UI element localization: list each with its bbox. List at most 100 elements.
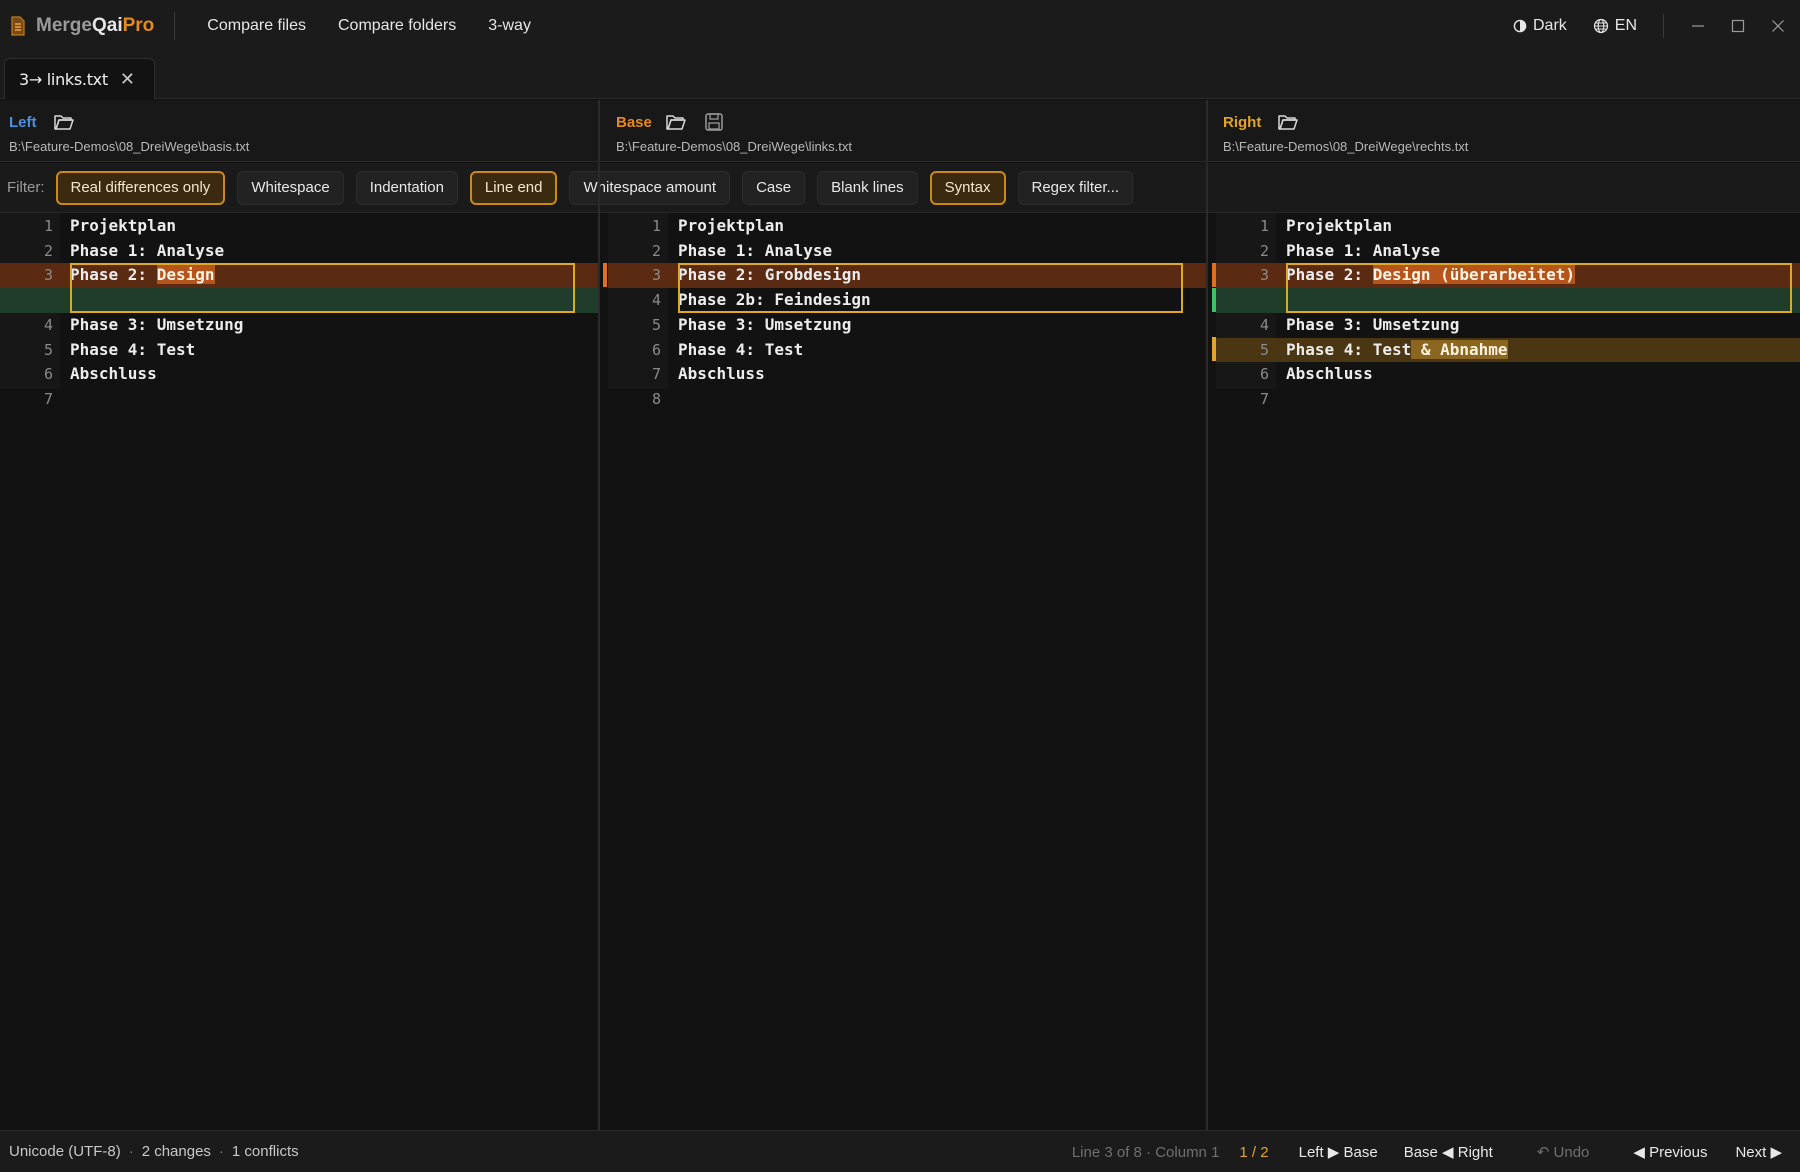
app-window: MergeQaiPro Compare files Compare folder… xyxy=(0,0,1800,1172)
conflicts-count: 1 conflicts xyxy=(231,1143,299,1160)
changes-count: 2 changes xyxy=(141,1143,211,1160)
code-line[interactable]: 7 Abschluss xyxy=(608,362,1206,387)
line-text: Phase 2b: Feindesign xyxy=(678,288,871,313)
line-number: 5 xyxy=(651,315,661,334)
line-number: 2 xyxy=(43,241,53,260)
menu-compare-files[interactable]: Compare files xyxy=(207,17,306,35)
code-line[interactable] xyxy=(0,288,598,313)
code-line[interactable]: 5 Phase 4: Test & Abnahme xyxy=(1216,337,1800,363)
maximize-icon xyxy=(1731,19,1745,33)
theme-toggle[interactable]: Dark xyxy=(1513,17,1567,35)
line-number: 2 xyxy=(651,241,661,260)
line-text-plain: Phase 3: Umsetzung xyxy=(1286,314,1460,334)
line-number: 5 xyxy=(43,340,53,359)
code-line[interactable]: 5 Phase 3: Umsetzung xyxy=(608,313,1206,338)
line-text-plain: Projektplan xyxy=(678,216,784,235)
tab-links-txt[interactable]: 3→ links.txt ✕ xyxy=(4,58,155,99)
code-line[interactable]: 7 xyxy=(0,387,598,412)
line-number: 3 xyxy=(43,266,53,285)
language-label: EN xyxy=(1614,17,1637,34)
base-editor-pane[interactable]: 1 Projektplan 2 Phase 1: Analyse 3 Phase 2: G… xyxy=(608,213,1206,1130)
filter-button-regex-filter[interactable]: Regex filter... xyxy=(1017,170,1134,205)
filter-button-syntax[interactable]: Syntax xyxy=(929,170,1006,205)
base-from-right-button[interactable]: Base ◀ Right xyxy=(1404,1143,1493,1161)
left-to-base-button[interactable]: Left ▶ Base xyxy=(1299,1143,1378,1161)
pane-divider[interactable] xyxy=(598,100,600,1130)
insert-marker-base-right xyxy=(1212,288,1216,312)
code-line[interactable]: 1 Projektplan xyxy=(1216,214,1800,239)
code-line[interactable]: 2 Phase 1: Analyse xyxy=(608,239,1206,264)
code-line[interactable]: 4 Phase 2b: Feindesign xyxy=(608,288,1206,313)
line-text-plain: Projektplan xyxy=(70,216,176,235)
previous-button[interactable]: ◀ Previous xyxy=(1633,1143,1707,1161)
line-number: 8 xyxy=(651,389,661,408)
open-folder-icon[interactable] xyxy=(53,112,75,132)
code-line[interactable]: 1 Projektplan xyxy=(0,214,598,239)
save-icon[interactable] xyxy=(704,112,724,132)
status-dot: · xyxy=(128,1143,134,1160)
line-number: 7 xyxy=(651,365,661,384)
line-text: Projektplan xyxy=(70,214,176,239)
maximize-button[interactable] xyxy=(1718,0,1758,52)
filter-button-case[interactable]: Case xyxy=(742,170,806,205)
filter-button-real-differences-only[interactable]: Real differences only xyxy=(55,170,226,205)
filter-button-whitespace-amount[interactable]: Whitespace amount xyxy=(569,170,731,205)
open-folder-icon[interactable] xyxy=(1277,112,1299,132)
encoding-label[interactable]: Unicode (UTF-8) xyxy=(9,1143,121,1160)
code-line[interactable] xyxy=(1216,288,1800,313)
code-line[interactable]: 4 Phase 3: Umsetzung xyxy=(0,313,598,338)
line-number: 1 xyxy=(1259,217,1269,235)
filter-button-line-end[interactable]: Line end xyxy=(469,170,558,205)
code-line[interactable]: 6 Abschluss xyxy=(0,362,598,387)
close-window-button[interactable] xyxy=(1758,0,1798,52)
code-line[interactable]: 2 Phase 1: Analyse xyxy=(0,239,598,264)
right-editor-pane[interactable]: 1 Projektplan 2 Phase 1: Analyse 3 Phase 2: D… xyxy=(1216,213,1800,1130)
code-line[interactable]: 7 xyxy=(1216,387,1800,412)
tab-close-icon[interactable]: ✕ xyxy=(120,70,135,88)
title-bar: MergeQaiPro Compare files Compare folder… xyxy=(0,0,1800,52)
menu-compare-folders[interactable]: Compare folders xyxy=(338,17,456,35)
logo: MergeQaiPro xyxy=(10,0,154,52)
code-line[interactable]: 3 Phase 2: Design xyxy=(0,263,598,289)
title-separator xyxy=(174,12,176,40)
minimize-button[interactable] xyxy=(1678,0,1718,52)
line-number: 6 xyxy=(1259,365,1269,384)
right-pane-name: Right xyxy=(1223,114,1262,131)
status-dot: · xyxy=(218,1143,224,1160)
menu-3-way[interactable]: 3-way xyxy=(488,17,531,35)
line-text: Phase 3: Umsetzung xyxy=(1286,313,1459,338)
line-text: Phase 2: Design (überarbeitet) xyxy=(1286,263,1575,288)
code-line[interactable]: 4 Phase 3: Umsetzung xyxy=(1216,313,1800,338)
code-line[interactable]: 6 Phase 4: Test xyxy=(608,338,1206,363)
line-text-plain: Phase 1: Analyse xyxy=(678,240,833,260)
code-line[interactable]: 6 Abschluss xyxy=(1216,362,1800,387)
line-text-plain: Projektplan xyxy=(1286,216,1392,235)
title-right-separator xyxy=(1663,14,1664,38)
filter-button-blank-lines[interactable]: Blank lines xyxy=(817,170,918,205)
line-text: Abschluss xyxy=(1286,362,1373,387)
code-line[interactable]: 5 Phase 4: Test xyxy=(0,338,598,363)
change-marker-left-base xyxy=(603,263,607,287)
code-line[interactable]: 1 Projektplan xyxy=(608,214,1206,239)
filter-button-whitespace[interactable]: Whitespace xyxy=(237,170,344,205)
code-line[interactable]: 8 xyxy=(608,387,1206,412)
line-number: 3 xyxy=(1259,266,1269,285)
line-text-plain: Phase 2: xyxy=(70,265,157,285)
pane-divider[interactable] xyxy=(1206,100,1208,1130)
language-selector[interactable]: EN xyxy=(1593,17,1637,35)
line-number: 7 xyxy=(43,389,53,408)
left-editor-pane[interactable]: 1 Projektplan 2 Phase 1: Analyse 3 Phase 2: D… xyxy=(0,213,598,1130)
undo-button[interactable]: ↶ Undo xyxy=(1537,1143,1590,1161)
code-line[interactable]: 2 Phase 1: Analyse xyxy=(1216,239,1800,264)
half-moon-icon xyxy=(1513,19,1527,33)
filter-button-indentation[interactable]: Indentation xyxy=(355,170,458,205)
theme-label: Dark xyxy=(1532,17,1567,34)
globe-icon xyxy=(1593,18,1608,34)
open-folder-icon[interactable] xyxy=(665,112,687,132)
line-number: 5 xyxy=(1259,340,1269,359)
code-line[interactable]: 3 Phase 2: Design (überarbeitet) xyxy=(1216,263,1800,289)
next-button[interactable]: Next ▶ xyxy=(1735,1143,1782,1161)
code-line[interactable]: 3 Phase 2: Grobdesign xyxy=(608,263,1206,289)
filter-label: Filter: xyxy=(7,179,45,196)
brand-name: MergeQaiPro xyxy=(36,15,155,36)
